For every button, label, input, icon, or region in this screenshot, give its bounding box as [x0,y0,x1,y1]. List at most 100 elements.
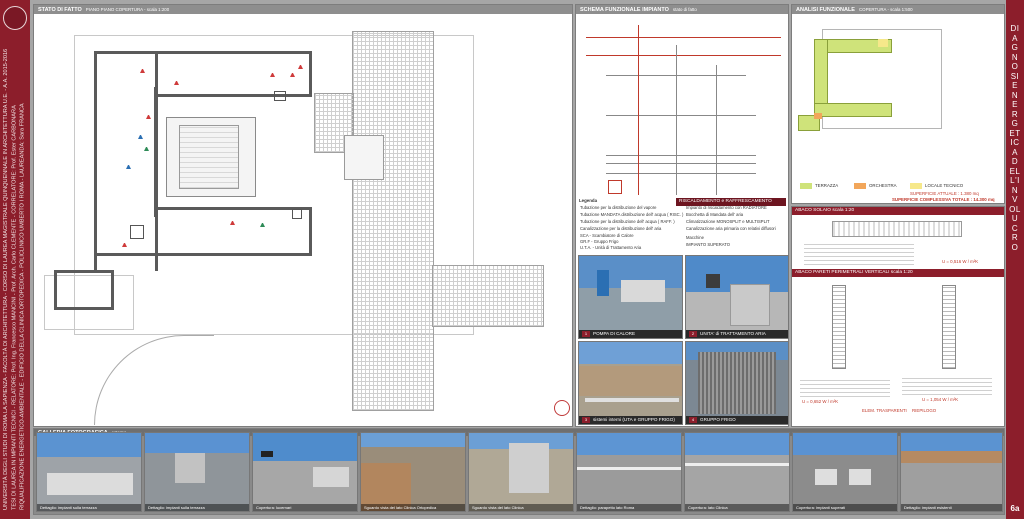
annotation-marker [260,223,265,227]
wall-section-b [942,285,956,369]
legend-item: Canalizzazione per la distribuzione dell… [580,226,662,231]
plant-photo-1: 1 POMPA DI CALORE [578,255,683,339]
credit-line-3: RIQUALIFICAZIONE ENERGETICO-AMBIENTALE -… [19,103,26,510]
orchestra-zone [814,113,822,119]
legend-item: GR.F - Gruppo Frigo [580,239,619,244]
schema-title: SCHEMA FUNZIONALE IMPIANTO [580,7,669,13]
legend-orchestra: ORCHESTRA [869,183,897,188]
board-title: DIAGNOSI ENERGETICA DELL'INVOLUCRO [1009,24,1021,252]
legend-item: Bocchetta di Mandata dell' aria [686,212,744,217]
plant-photo-2: 2 UNITA' di TRATTAMENTO ARIA [685,255,789,339]
annotation-marker [290,73,295,77]
roof-inner-west [154,87,164,217]
supply-line [586,37,781,38]
legend-technical: LOCALE TECNICO [925,183,964,188]
gallery-photo-1: Dettaglio: impianti sulla terrazza [36,432,142,512]
plan-panel: STATO DI FATTO PIANO PIANO COPERTURA - sc… [33,4,573,427]
legend-swatch-orchestra [854,183,866,189]
photo-caption: 4 GRUPPO FRIGO [686,416,788,424]
distribution-line [606,115,756,116]
legend-item: Tubazione per la distribuzione del vapor… [580,205,657,210]
university-seal-icon [3,6,27,30]
legend-item: U.T.A. - Unità di Trattamento Aria [580,245,642,250]
plant-photo-4: 4 GRUPPO FRIGO [685,341,789,425]
annotation-marker [298,65,303,69]
roof-inner-south [154,207,264,217]
credit-line-2: TESI DI LAUREA IN IMPIANTI TECNICI - REL… [11,105,18,510]
plant-schematic [576,15,788,200]
east-volume [344,135,384,180]
annotation-marker [140,69,145,73]
credit-line-1: UNIVERSITÀ DEGLI STUDI DI ROMA LA SAPIEN… [3,48,9,510]
schema-header: SCHEMA FUNZIONALE IMPIANTO stato di fatto [576,5,788,14]
terrace-south [814,103,892,117]
annotation-marker [230,221,235,225]
legend-item: Tubazione MANDATA distribuzione dell' ac… [580,212,684,217]
analysis-header: ANALISI FUNZIONALE COPERTURA - scala 1:50… [792,5,1004,14]
annotation-marker [174,81,179,85]
detail-panel: ABACO SOLAIO scala 1:20 U = 0,516 W / m²… [791,206,1005,427]
equipment-box [130,225,144,239]
plan-title: STATO DI FATTO [38,7,82,13]
equipment-box [292,209,302,219]
distribution-line [606,173,756,174]
wall-b-u-value: U = 1,054 W / m²K [922,397,959,402]
legend-item: Impianto di riscaldamento con RADIATORE [686,205,767,210]
plant-photo-3: 3 sistemi interni (UTA e GRUPPO FRIGO) [578,341,683,425]
gallery-photo-5: Sguardo vista del lato Clinica [468,432,574,512]
analysis-title: ANALISI FUNZIONALE [796,7,855,13]
gallery-photo-8: Copertura: impianti superati [792,432,898,512]
wall-b-notes [902,377,992,395]
distribution-line [606,155,756,156]
riser-line [638,25,639,195]
legend-item: Climatizzazione MONOSPLIT e MULTISPLIT [686,219,770,224]
roof-ne-notch [262,87,312,97]
photo-caption: 3 sistemi interni (UTA e GRUPPO FRIGO) [579,416,682,424]
gallery-photo-7: Copertura: lato Clinica [684,432,790,512]
legend-item: Canalizzazione aria primaria con relativ… [686,226,776,231]
detail-note: ELEM. TRASPARENTI [862,408,907,413]
annotation-marker [138,135,143,139]
equipment-box [274,91,286,101]
gallery-photo-6: Dettaglio: parapetto lato Roma [576,432,682,512]
walls-section-header: ABACO PARETI PERIMETRALI VERTICALI scala… [792,269,1004,277]
detail-note: RIEPILOGO [912,408,937,413]
page-number: 6a [1010,504,1020,513]
annotation-marker [144,147,149,151]
north-arrow-icon [554,400,570,416]
legend-terrace: TERRAZZA [815,183,839,188]
roof-se-notch [262,207,312,217]
curved-terrace-outline [94,335,214,425]
technical-zone [878,39,888,47]
legend-item: Tubazione per la distribuzione dell' acq… [580,219,675,224]
surface-actual: SUPERFICIE ATTUALE : 1.380 mq [910,191,979,196]
annotation-marker [270,73,275,77]
distribution-line [606,163,756,164]
riser-line [676,45,677,195]
roof-plan-drawing [34,15,572,425]
roof-inner-north [154,87,264,97]
photo-caption: 2 UNITA' di TRATTAMENTO ARIA [686,330,788,338]
roof-west-annex [54,270,114,310]
photo-caption: 1 POMPA DI CALORE [579,330,682,338]
legend-item: Macchine [686,235,704,240]
floor-section-header: ABACO SOLAIO scala 1:20 [792,207,1004,215]
right-title-strip: DIAGNOSI ENERGETICA DELL'INVOLUCRO 6a [1006,0,1024,519]
floor-section-drawing [832,221,962,237]
functional-map: TERRAZZA ORCHESTRA LOCALE TECNICO SUPERF… [792,15,1004,203]
surface-total: SUPERFICIE COMPLESSIVA TOTALE : 14.300 m… [892,197,995,202]
legend-item: SCA - Scambiatore di Calore [580,233,634,238]
annotation-marker [126,165,131,169]
schema-subtitle: stato di fatto [672,7,697,12]
left-title-strip: UNIVERSITÀ DEGLI STUDI DI ROMA LA SAPIEN… [0,0,30,519]
gallery-photo-3: Copertura: lucernari [252,432,358,512]
central-block-roof [179,125,239,189]
hatched-roof-strip [352,31,434,411]
riser-line [716,65,717,195]
plan-header: STATO DI FATTO PIANO PIANO COPERTURA - sc… [34,5,572,14]
thesis-credits: UNIVERSITÀ DEGLI STUDI DI ROMA LA SAPIEN… [2,40,28,510]
plan-subtitle: PIANO PIANO COPERTURA - scala 1:200 [85,7,170,12]
legend-swatch-terrace [800,183,812,189]
hatched-roof-east [432,265,544,327]
wall-a-notes [800,377,890,397]
